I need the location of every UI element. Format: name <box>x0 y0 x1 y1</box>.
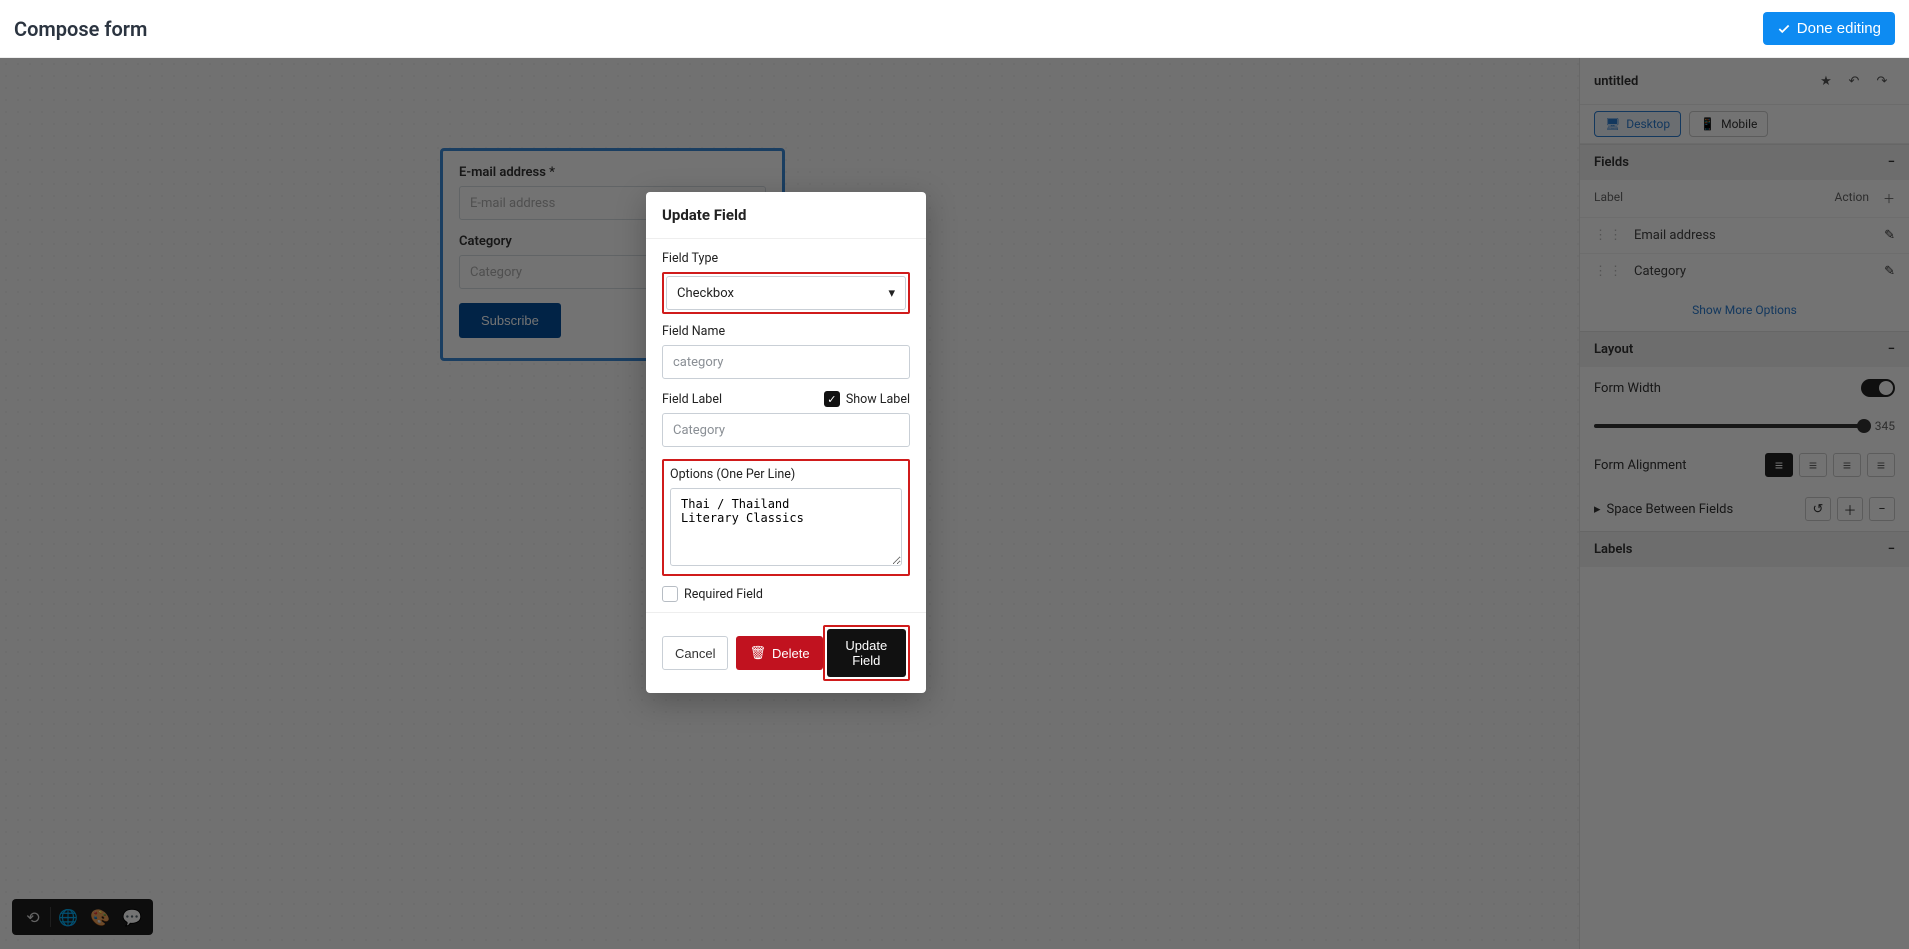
show-label-text: Show Label <box>846 392 910 407</box>
options-label: Options (One Per Line) <box>670 467 902 482</box>
check-icon <box>1777 22 1791 36</box>
delete-label: Delete <box>772 646 810 661</box>
update-field-modal: Update Field Field Type Checkbox ▾ Field… <box>646 192 926 693</box>
field-label-label: Field Label <box>662 392 722 407</box>
show-label-checkbox[interactable]: Show Label <box>824 391 910 407</box>
caret-down-icon: ▾ <box>888 286 895 301</box>
checkbox-checked-icon <box>824 391 840 407</box>
highlight-field-type: Checkbox ▾ <box>662 272 910 314</box>
field-label-input[interactable]: Category <box>662 413 910 447</box>
field-name-input[interactable]: category <box>662 345 910 379</box>
update-field-button[interactable]: Update Field <box>827 629 906 677</box>
modal-backdrop[interactable] <box>0 58 1909 949</box>
field-type-label: Field Type <box>662 251 910 266</box>
page-title: Compose form <box>14 17 147 41</box>
done-editing-button[interactable]: Done editing <box>1763 12 1895 45</box>
field-type-select[interactable]: Checkbox ▾ <box>666 276 906 310</box>
highlight-update: Update Field <box>823 625 910 681</box>
highlight-options: Options (One Per Line) <box>662 459 910 576</box>
done-editing-label: Done editing <box>1797 20 1881 37</box>
field-type-value: Checkbox <box>677 286 734 301</box>
modal-title: Update Field <box>646 192 926 239</box>
field-name-label: Field Name <box>662 324 910 339</box>
trash-icon: 🗑 <box>749 645 766 661</box>
field-label-placeholder: Category <box>673 423 725 438</box>
required-label: Required Field <box>684 587 763 602</box>
required-checkbox[interactable]: Required Field <box>662 586 910 602</box>
checkbox-unchecked-icon <box>662 586 678 602</box>
cancel-button[interactable]: Cancel <box>662 636 728 670</box>
options-textarea[interactable] <box>670 488 902 566</box>
delete-button[interactable]: 🗑 Delete <box>736 636 822 670</box>
field-name-value: category <box>673 355 723 370</box>
